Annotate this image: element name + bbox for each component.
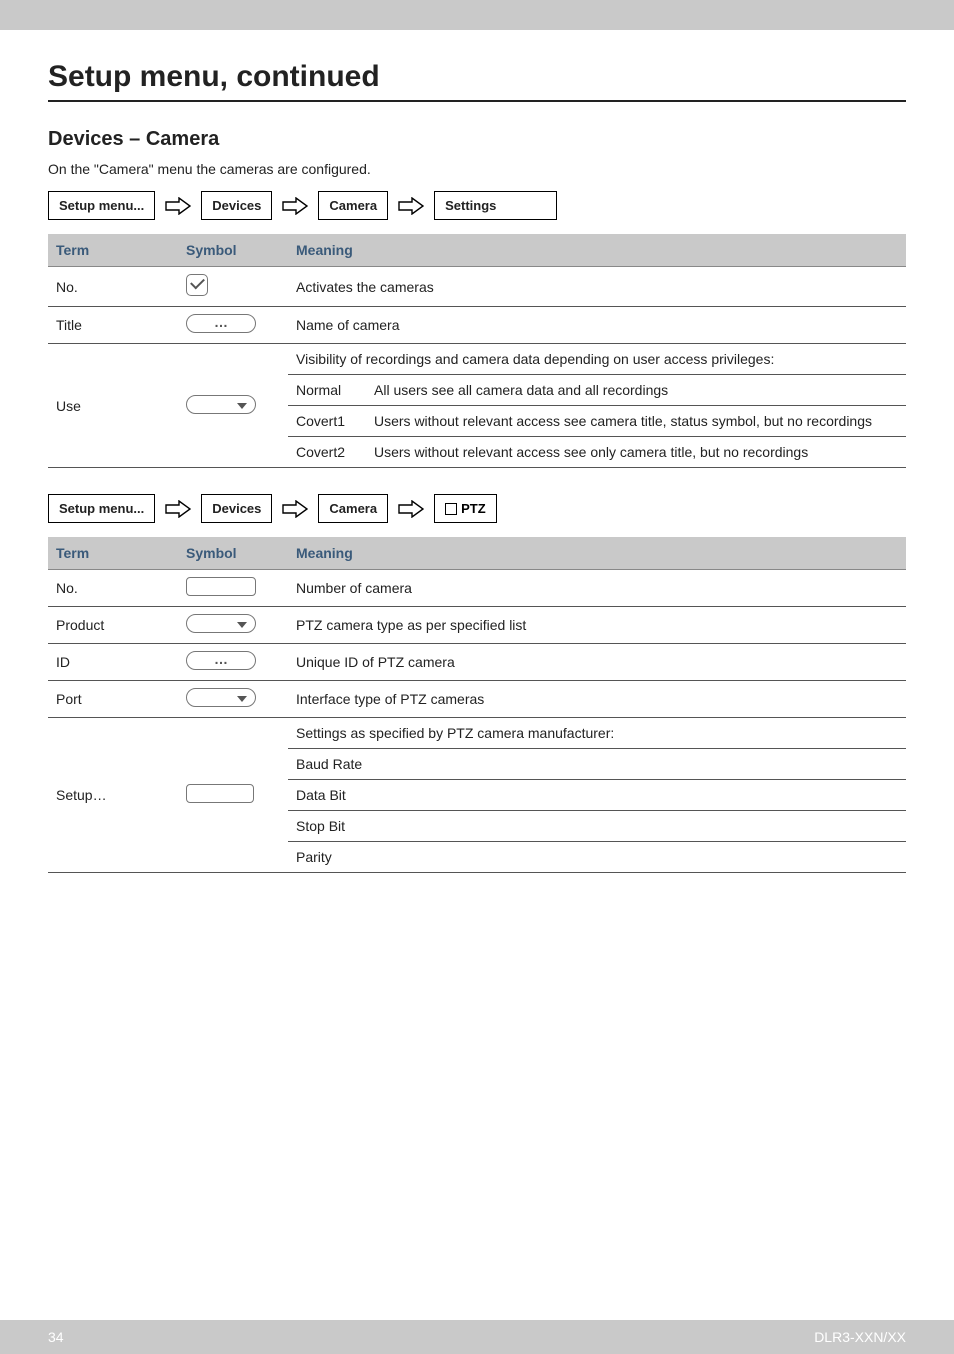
arrow-right-icon <box>165 500 191 518</box>
meaning-cell: Interface type of PTZ cameras <box>288 681 906 718</box>
symbol-cell <box>178 644 288 681</box>
term-cell: Setup… <box>48 718 178 873</box>
meaning-cell: Parity <box>288 842 906 873</box>
meaning-cell: Visibility of recordings and camera data… <box>288 344 906 375</box>
symbol-cell <box>178 344 288 468</box>
table-header-row: Term Symbol Meaning <box>48 537 906 570</box>
intro-text: On the "Camera" menu the cameras are con… <box>48 161 906 177</box>
text-input-icon <box>186 651 256 670</box>
term-cell: Use <box>48 344 178 468</box>
symbol-cell <box>178 681 288 718</box>
term-cell: Title <box>48 307 178 344</box>
doc-id: DLR3-XXN/XX <box>814 1329 906 1345</box>
table-row: Product PTZ camera type as per specified… <box>48 607 906 644</box>
breadcrumb-label: PTZ <box>461 501 486 516</box>
breadcrumb-item: Settings <box>434 191 557 220</box>
arrow-right-icon <box>282 197 308 215</box>
th-symbol: Symbol <box>178 234 288 267</box>
page-footer: 34 DLR3-XXN/XX <box>0 1320 954 1354</box>
breadcrumb-item: Camera <box>318 494 388 523</box>
field-icon <box>186 577 256 596</box>
settings-table: Term Symbol Meaning No. Activates the ca… <box>48 234 906 468</box>
checkbox-icon <box>186 274 208 296</box>
symbol-cell <box>178 307 288 344</box>
term-cell: Port <box>48 681 178 718</box>
term-cell: Product <box>48 607 178 644</box>
section-title: Devices – Camera <box>48 128 906 151</box>
top-bar <box>0 0 954 30</box>
arrow-right-icon <box>398 500 424 518</box>
th-symbol: Symbol <box>178 537 288 570</box>
page-number: 34 <box>48 1329 64 1345</box>
dropdown-icon <box>186 688 256 707</box>
table-row: No. Number of camera <box>48 570 906 607</box>
table-row: Setup… Settings as specified by PTZ came… <box>48 718 906 749</box>
meaning-label: Covert1 <box>288 406 366 437</box>
dropdown-icon <box>186 395 256 414</box>
th-term: Term <box>48 234 178 267</box>
meaning-label: Normal <box>288 375 366 406</box>
meaning-cell: Data Bit <box>288 780 906 811</box>
page-content: Setup menu, continued Devices – Camera O… <box>0 30 954 873</box>
symbol-cell <box>178 570 288 607</box>
breadcrumb-item: Camera <box>318 191 388 220</box>
breadcrumb-settings: Setup menu... Devices Camera Settings <box>48 191 906 220</box>
breadcrumb-item-ptz: PTZ <box>434 494 497 523</box>
meaning-cell: Baud Rate <box>288 749 906 780</box>
button-icon <box>186 784 254 803</box>
th-meaning: Meaning <box>288 537 906 570</box>
table-row: No. Activates the cameras <box>48 267 906 307</box>
meaning-cell: Stop Bit <box>288 811 906 842</box>
breadcrumb-item: Devices <box>201 191 272 220</box>
text-input-icon <box>186 314 256 333</box>
symbol-cell <box>178 267 288 307</box>
th-term: Term <box>48 537 178 570</box>
dropdown-icon <box>186 614 256 633</box>
ptz-table: Term Symbol Meaning No. Number of camera… <box>48 537 906 873</box>
meaning-label: Covert2 <box>288 437 366 468</box>
breadcrumb-item: Setup menu... <box>48 494 155 523</box>
symbol-cell <box>178 718 288 873</box>
arrow-right-icon <box>398 197 424 215</box>
meaning-cell: Name of camera <box>288 307 906 344</box>
breadcrumb-item: Devices <box>201 494 272 523</box>
breadcrumb-ptz: Setup menu... Devices Camera PTZ <box>48 494 906 523</box>
meaning-cell: Unique ID of PTZ camera <box>288 644 906 681</box>
meaning-cell: Activates the cameras <box>288 267 906 307</box>
table-row: Port Interface type of PTZ cameras <box>48 681 906 718</box>
term-cell: No. <box>48 570 178 607</box>
meaning-cell: Settings as specified by PTZ camera manu… <box>288 718 906 749</box>
meaning-cell: PTZ camera type as per specified list <box>288 607 906 644</box>
meaning-desc: Users without relevant access see camera… <box>366 406 906 437</box>
table-row: ID Unique ID of PTZ camera <box>48 644 906 681</box>
arrow-right-icon <box>282 500 308 518</box>
meaning-desc: All users see all camera data and all re… <box>366 375 906 406</box>
meaning-desc: Users without relevant access see only c… <box>366 437 906 468</box>
arrow-right-icon <box>165 197 191 215</box>
meaning-cell: Number of camera <box>288 570 906 607</box>
term-cell: No. <box>48 267 178 307</box>
table-row: Use Visibility of recordings and camera … <box>48 344 906 375</box>
symbol-cell <box>178 607 288 644</box>
term-cell: ID <box>48 644 178 681</box>
breadcrumb-item: Setup menu... <box>48 191 155 220</box>
checkbox-icon <box>445 503 457 515</box>
th-meaning: Meaning <box>288 234 906 267</box>
page-title: Setup menu, continued <box>48 60 906 102</box>
table-row: Title Name of camera <box>48 307 906 344</box>
table-header-row: Term Symbol Meaning <box>48 234 906 267</box>
